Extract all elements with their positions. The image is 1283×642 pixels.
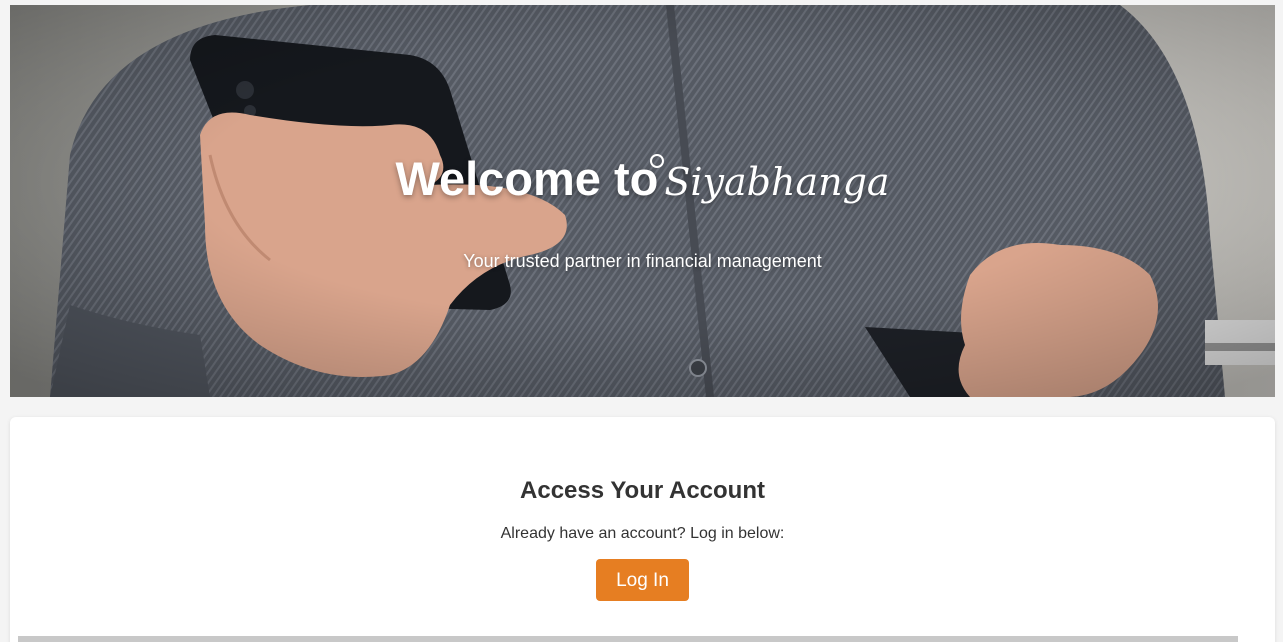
hero-title-prefix: Welcome to [395, 152, 659, 205]
hero-banner: Welcome to Siyabhanga Your trusted partne… [10, 5, 1275, 397]
page: Welcome to Siyabhanga Your trusted partne… [0, 0, 1283, 642]
login-prompt: Already have an account? Log in below: [500, 525, 785, 542]
horizontal-scrollbar[interactable] [18, 636, 1238, 642]
brand-dot-icon [650, 154, 665, 168]
account-card: Access Your Account Already have an acco… [10, 417, 1275, 642]
brand-name: Siyabhanga [664, 160, 890, 204]
account-heading: Access Your Account [520, 477, 765, 504]
brand-logo-text: Siyabhanga [650, 154, 890, 204]
login-button[interactable]: Log In [596, 559, 689, 601]
hero-title: Welcome to Siyabhanga [10, 151, 1275, 210]
hero-subtitle: Your trusted partner in financial manage… [463, 251, 822, 271]
